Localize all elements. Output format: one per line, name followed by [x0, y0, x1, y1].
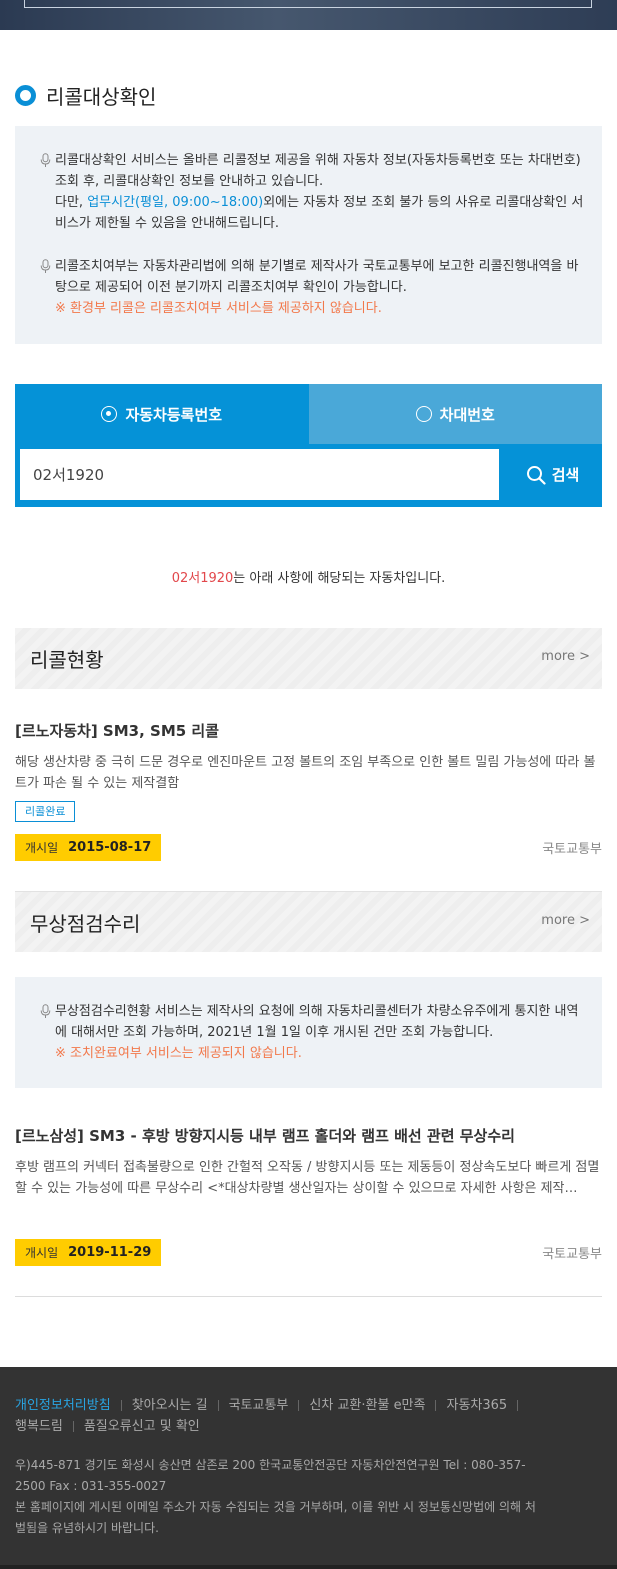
notice-paragraph: 무상점검수리현황 서비스는 제작사의 요청에 의해 자동차리콜센터가 차량소유주…	[40, 1001, 588, 1064]
banner-frame	[24, 0, 592, 8]
link-separator	[72, 1421, 74, 1432]
radio-unselected-icon	[415, 406, 432, 422]
free-repair-agency: 국토교통부	[542, 1247, 602, 1262]
footer-address: 우)445-871 경기도 화성시 송산면 삼존로 200 한국교통안전공단 자…	[15, 1458, 526, 1493]
footer-link-molit[interactable]: 국토교통부	[229, 1398, 289, 1413]
date-label: 개시일	[25, 841, 59, 855]
footer-link-quality-report[interactable]: 품질오류신고 및 확인	[84, 1419, 200, 1434]
footer-link-new-car-refund[interactable]: 신차 교환·환불 e만족	[309, 1398, 425, 1413]
date-label: 개시일	[25, 1246, 59, 1260]
footer-link-happy-dream[interactable]: 행복드림	[15, 1419, 63, 1434]
recall-agency: 국토교통부	[542, 842, 602, 857]
footer-info: 우)445-871 경기도 화성시 송산면 삼존로 200 한국교통안전공단 자…	[15, 1455, 545, 1539]
recall-date-badge: 개시일 2015-08-17	[15, 834, 162, 861]
date-value: 2015-08-17	[68, 840, 152, 855]
free-repair-item-title[interactable]: [르노삼성] SM3 - 후방 방향지시등 내부 램프 홀더와 램프 배선 관련…	[15, 1125, 602, 1146]
recall-more-link[interactable]: more >	[541, 649, 590, 664]
notice-paragraph: 리콜조치여부는 자동차관리법에 의해 분기별로 제작사가 국토교통부에 보고한 …	[40, 256, 588, 319]
microphone-icon	[40, 259, 51, 273]
footer-link-car365[interactable]: 자동차365	[446, 1398, 507, 1413]
top-banner	[0, 0, 617, 30]
recall-item-description: 해당 생산차량 중 극히 드문 경우로 엔진마운트 고정 볼트의 조임 부족으로…	[15, 755, 596, 791]
search-bar: 검색	[15, 444, 602, 507]
recall-item-title[interactable]: [르노자동차] SM3, SM5 리콜	[15, 720, 602, 741]
free-repair-notice-box: 무상점검수리현황 서비스는 제작사의 요청에 의해 자동차리콜센터가 차량소유주…	[15, 977, 602, 1088]
link-separator	[120, 1400, 122, 1411]
plate-number: 02서1920	[171, 571, 234, 586]
tab-label: 차대번호	[439, 405, 495, 424]
tab-registration-number[interactable]: 자동차등록번호	[15, 384, 309, 444]
link-separator	[298, 1400, 300, 1411]
date-value: 2019-11-29	[68, 1245, 152, 1260]
footer-link-privacy[interactable]: 개인정보처리방침	[15, 1398, 111, 1413]
footer-bottom-strip	[0, 1565, 617, 1569]
ring-bullet-icon	[15, 84, 36, 106]
microphone-icon	[40, 153, 51, 167]
radio-selected-icon	[101, 406, 118, 422]
notice-text: 리콜대상확인 서비스는 올바른 리콜정보 제공을 위해 자동차 정보(자동차등록…	[55, 153, 581, 189]
page-title: 리콜대상확인	[46, 84, 157, 109]
warning-text: ※ 환경부 리콜은 리콜조치여부 서비스를 제공하지 않습니다.	[55, 301, 382, 316]
warning-text: ※ 조치완료여부 서비스는 제공되지 않습니다.	[55, 1046, 302, 1061]
section-heading: 리콜대상확인	[15, 80, 156, 110]
business-hours-text: 업무시간(평일, 09:00~18:00)	[87, 195, 264, 210]
tab-label: 자동차등록번호	[125, 405, 223, 424]
recall-notice-box: 리콜대상확인 서비스는 올바른 리콜정보 제공을 위해 자동차 정보(자동차등록…	[15, 126, 602, 344]
footer-links: 개인정보처리방침 찾아오시는 길 국토교통부 신차 교환·환불 e만족 자동차365 행복…	[15, 1395, 575, 1437]
link-separator	[517, 1400, 519, 1411]
notice-text: 리콜조치여부는 자동차관리법에 의해 분기별로 제작사가 국토교통부에 보고한 …	[55, 259, 579, 295]
free-repair-title: 무상점검수리	[30, 912, 141, 936]
footer-link-directions[interactable]: 찾아오시는 길	[132, 1398, 208, 1413]
free-repair-item-description: 후방 램프의 커넥터 접촉불량으로 인한 간헐적 오작동 / 방향지시등 또는 …	[15, 1160, 600, 1196]
free-repair-date-badge: 개시일 2019-11-29	[15, 1239, 162, 1266]
free-repair-more-link[interactable]: more >	[541, 913, 590, 928]
footer-email-notice: 본 홈페이지에 게시된 이메일 주소가 자동 수집되는 것을 거부하며, 이를 …	[15, 1500, 536, 1535]
search-icon	[526, 465, 546, 485]
link-separator	[217, 1400, 219, 1411]
search-input[interactable]	[20, 449, 499, 500]
divider	[15, 1296, 602, 1297]
result-message: 02서1920는 아래 사항에 해당되는 자동차입니다.	[0, 567, 617, 586]
notice-text: 무상점검수리현황 서비스는 제작사의 요청에 의해 자동차리콜센터가 차량소유주…	[55, 1004, 579, 1040]
notice-text-prefix: 다만,	[55, 195, 88, 210]
footer: 개인정보처리방침 찾아오시는 길 국토교통부 신차 교환·환불 e만족 자동차365 행복…	[0, 1367, 617, 1569]
result-text: 는 아래 사항에 해당되는 자동차입니다.	[233, 571, 446, 586]
recall-status-header: 리콜현황 more >	[15, 628, 602, 689]
link-separator	[435, 1400, 437, 1411]
recall-status-title: 리콜현황	[30, 648, 104, 672]
status-badge: 리콜완료	[15, 801, 76, 822]
search-button-label: 검색	[551, 466, 580, 484]
free-repair-header: 무상점검수리 more >	[15, 891, 602, 952]
microphone-icon	[40, 1004, 51, 1018]
notice-paragraph: 리콜대상확인 서비스는 올바른 리콜정보 제공을 위해 자동차 정보(자동차등록…	[40, 150, 588, 234]
search-type-tabs: 자동차등록번호 차대번호	[15, 384, 602, 444]
tab-vin[interactable]: 차대번호	[308, 384, 602, 444]
search-button[interactable]: 검색	[503, 449, 602, 500]
